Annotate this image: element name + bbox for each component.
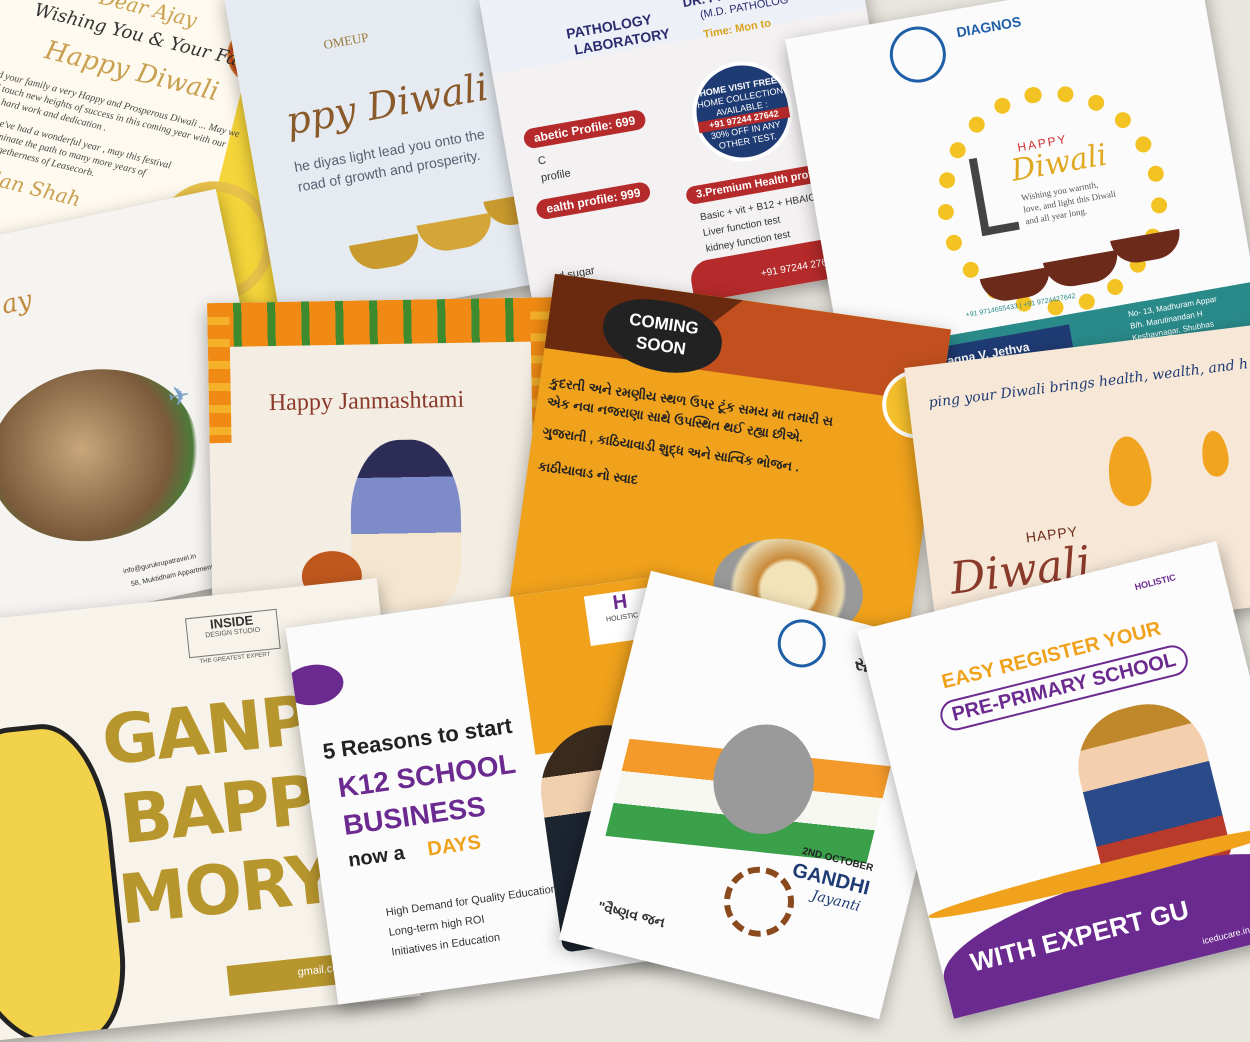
charkha-icon [716, 859, 802, 945]
homeup-logo: OMEUP [322, 29, 370, 53]
diya-icon [348, 233, 423, 274]
line-4: કાઠીયાવાડ નો સ્વાદ [536, 458, 640, 488]
profile-1a: C [537, 154, 547, 168]
flame-icon [1104, 433, 1155, 509]
tagline: ping your Diwali brings health, wealth, … [927, 356, 1249, 412]
title: day [0, 284, 35, 325]
logo: HOLISTIC [1133, 572, 1177, 593]
diag-label: DIAGNOS [955, 13, 1023, 41]
profile-2: ealth profile: 999 [534, 180, 652, 221]
line-4b: DAYS [426, 831, 483, 861]
logo-icon [772, 614, 831, 673]
flame-icon [1199, 429, 1231, 479]
diya-icon [416, 212, 496, 256]
home-visit-badge: HOME VISIT FREE HOME COLLECTION AVAILABL… [684, 53, 801, 170]
card-pre-primary: HOLISTIC EASY REGISTER YOUR PRE-PRIMARY … [857, 541, 1250, 1019]
line-4a: now a [346, 842, 407, 872]
marigold-garland [207, 296, 573, 348]
bullet-1: High Demand for Quality Education [385, 883, 558, 920]
logo-box: INSIDE DESIGN STUDIO [185, 608, 281, 659]
profile-1b: profile [540, 167, 572, 185]
marigold-strand-left [207, 302, 232, 444]
logo-circle [885, 22, 951, 87]
quote: "વૈષ્ણવ જન [596, 898, 667, 931]
profile-1: abetic Profile: 699 [522, 108, 647, 150]
title: Happy Janmashtami [268, 386, 465, 417]
